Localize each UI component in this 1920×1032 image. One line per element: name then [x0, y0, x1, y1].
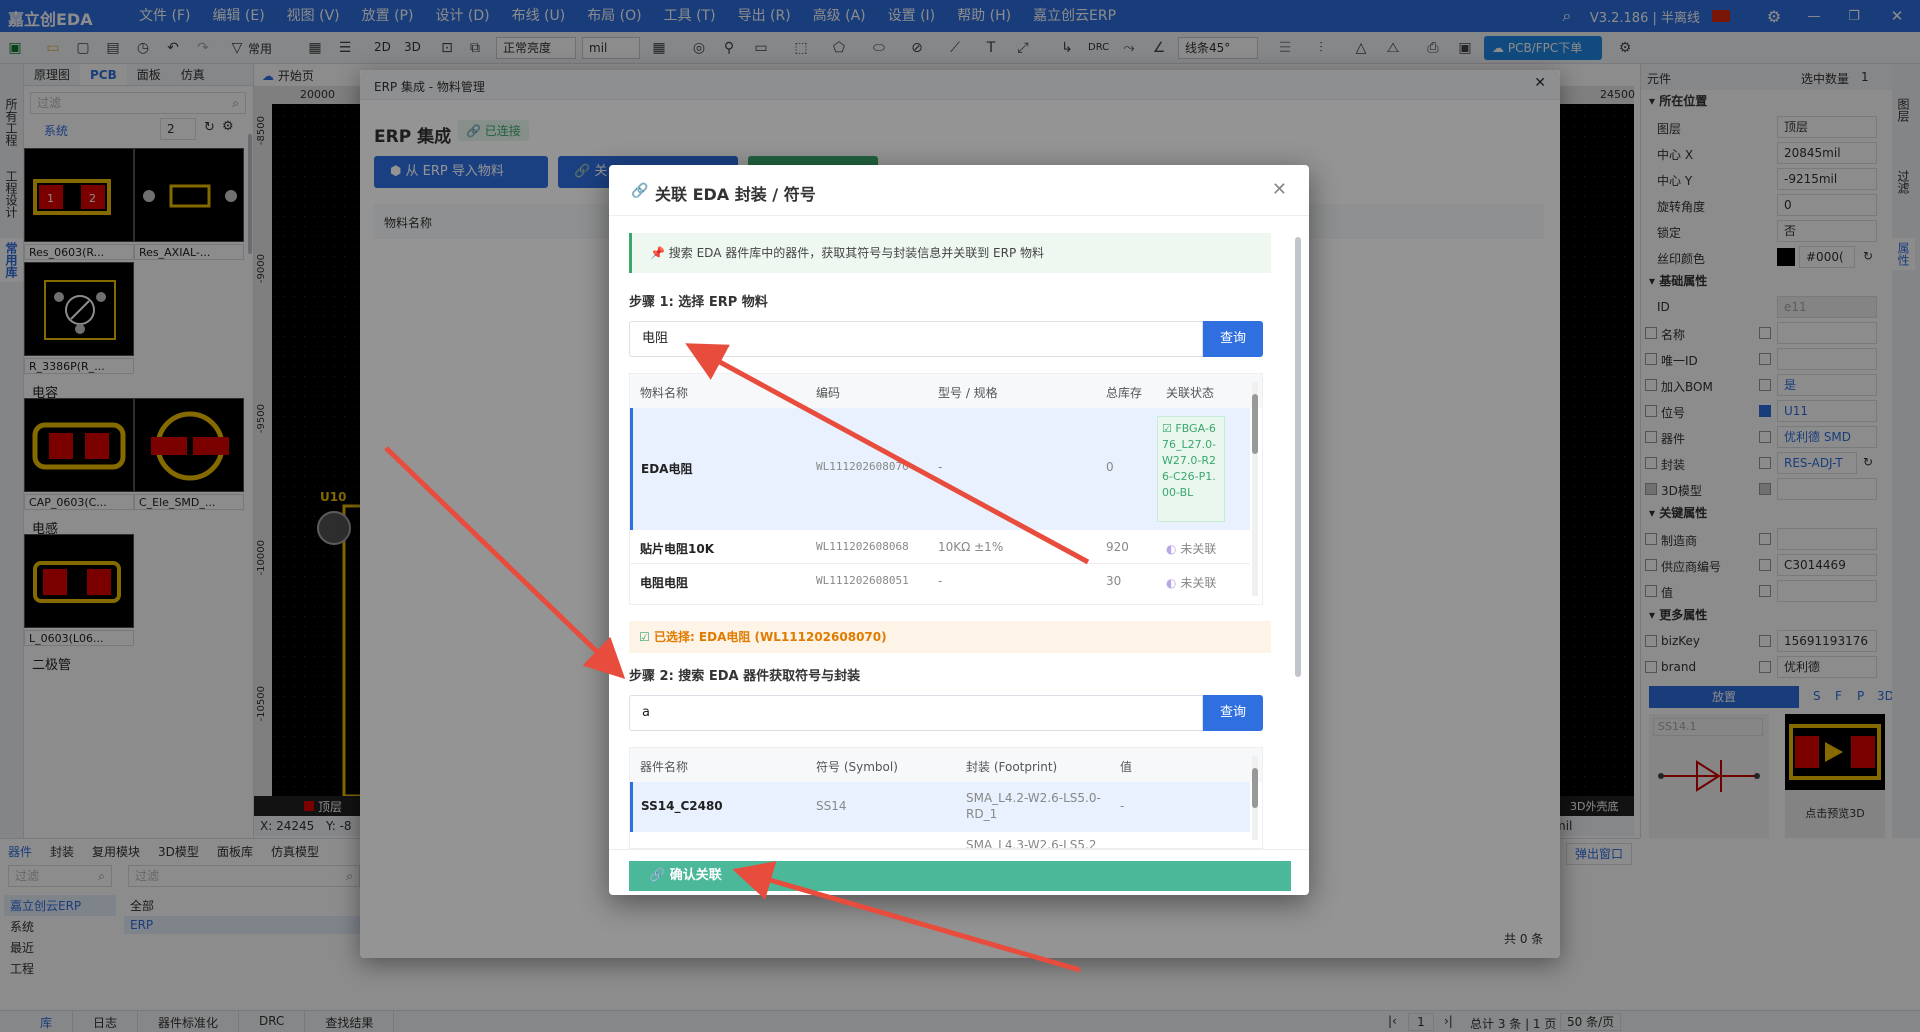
t1-col-status: 关联状态 — [1166, 386, 1215, 400]
confirm-link-icon: 🔗 — [649, 868, 666, 883]
t1-row1-code: WL111202608070 — [816, 460, 909, 473]
linked-check-icon: ☑ — [1162, 422, 1172, 435]
t1-row2-code: WL111202608068 — [816, 540, 909, 553]
t1-row3-status-text: 未关联 — [1180, 576, 1217, 590]
t1-col-name: 物料名称 — [640, 386, 689, 400]
dialog-hint-box: 📌 搜索 EDA 器件库中的器件，获取其符号与封装信息并关联到 ERP 物料 — [629, 233, 1271, 273]
t2-col-footprint: 封装 (Footprint) — [966, 760, 1058, 774]
dialog-close-icon[interactable]: ✕ — [1272, 179, 1287, 200]
t2-row1-value: - — [1120, 799, 1125, 813]
t2-row1-name: SS14_C2480 — [641, 799, 723, 813]
t1-row3-name: 电阻电阻 — [640, 576, 689, 590]
t1-row1-status-badge: ☑ FBGA-676_L27.0-W27.0-R26-C26-P1.00-BL — [1157, 416, 1225, 522]
step2-query-button[interactable]: 查询 — [1203, 695, 1263, 731]
t1-row3-spec: - — [938, 574, 943, 588]
step2-title: 步骤 2: 搜索 EDA 器件获取符号与封装 — [629, 669, 861, 684]
t1-row2-name: 贴片电阻10K — [640, 542, 714, 556]
t1-col-spec: 型号 / 规格 — [938, 386, 998, 400]
t1-col-code: 编码 — [816, 386, 841, 400]
t1-row1-stock: 0 — [1106, 460, 1114, 474]
t1-col-stock: 总库存 — [1106, 386, 1143, 400]
erp-material-search-input[interactable]: 电阻 — [629, 321, 1203, 357]
t1-row2-status: ◐ 未关联 — [1166, 540, 1216, 557]
eda-device-table: 器件名称 符号 (Symbol) 封装 (Footprint) 值 SS14_C… — [629, 747, 1263, 849]
table-row[interactable]: 电阻电阻 WL111202608051 - 30 ◐ 未关联 — [630, 564, 1250, 598]
t1-row1-name: EDA电阻 — [641, 462, 693, 476]
erp-material-table: 物料名称 编码 型号 / 规格 总库存 关联状态 EDA电阻 WL1112026… — [629, 373, 1263, 605]
dialog-link-icon: 🔗 — [631, 183, 649, 199]
confirm-link-button[interactable]: 🔗 确认关联 — [629, 861, 1291, 891]
t1-row2-spec: 10KΩ ±1% — [938, 540, 1004, 554]
unlinked-dot-icon: ◐ — [1166, 542, 1177, 556]
eda-device-search-input[interactable]: a — [629, 695, 1203, 731]
t2-row1-symbol: SS14 — [816, 799, 847, 813]
t2-row1-footprint: SMA_L4.2-W2.6-LS5.0-RD_1 — [966, 791, 1101, 821]
hint-text: 搜索 EDA 器件库中的器件，获取其符号与封装信息并关联到 ERP 物料 — [668, 246, 1045, 260]
table-row[interactable]: SS14_C2480 SS14 SMA_L4.2-W2.6-LS5.0-RD_1… — [630, 782, 1250, 832]
t2-col-symbol: 符号 (Symbol) — [816, 760, 898, 774]
t1-row3-status: ◐ 未关联 — [1166, 574, 1216, 591]
t2-header: 器件名称 符号 (Symbol) 封装 (Footprint) 值 — [630, 748, 1262, 782]
dialog-scrollbar[interactable] — [1295, 237, 1301, 677]
t2-col-value: 值 — [1120, 760, 1133, 774]
t1-scrollbar[interactable] — [1252, 382, 1258, 596]
dialog-title: 关联 EDA 封装 / 符号 — [655, 185, 816, 204]
link-eda-dialog: 🔗 关联 EDA 封装 / 符号 ✕ 📌 搜索 EDA 器件库中的器件，获取其符… — [609, 165, 1309, 895]
t2-col-name: 器件名称 — [640, 760, 689, 774]
t1-row3-stock: 30 — [1106, 574, 1122, 588]
step1-title: 步骤 1: 选择 ERP 物料 — [629, 295, 768, 310]
t1-header: 物料名称 编码 型号 / 规格 总库存 关联状态 — [630, 374, 1262, 408]
t2-scrollbar[interactable] — [1252, 756, 1258, 840]
t1-row3-code: WL111202608051 — [816, 574, 909, 587]
t2-row2-footprint: SMA_L4.3-W2.6-LS5.2 — [966, 838, 1097, 849]
confirm-link-label: 确认关联 — [669, 868, 722, 883]
unlinked-dot-icon: ◐ — [1166, 576, 1177, 590]
step1-query-button[interactable]: 查询 — [1203, 321, 1263, 357]
selected-check-icon: ☑ — [639, 630, 650, 644]
table-row[interactable]: 贴片电阻10K WL111202608068 10KΩ ±1% 920 ◐ 未关… — [630, 530, 1250, 564]
dialog-divider — [609, 215, 1309, 216]
selected-material-box: ☑ 已选择: EDA电阻 (WL111202608070) — [629, 621, 1271, 653]
table-row[interactable]: SMA_L4.3-W2.6-LS5.2 — [630, 832, 1250, 849]
dialog-footer-divider — [609, 849, 1309, 850]
t1-row2-status-text: 未关联 — [1180, 542, 1217, 556]
selected-material-text: 已选择: EDA电阻 (WL111202608070) — [653, 630, 887, 644]
t1-row1-spec: - — [938, 460, 943, 474]
hint-pin-icon: 📌 — [650, 246, 665, 260]
table-row[interactable]: EDA电阻 WL111202608070 - 0 ☑ FBGA-676_L27.… — [630, 408, 1250, 530]
t1-row2-stock: 920 — [1106, 540, 1129, 554]
